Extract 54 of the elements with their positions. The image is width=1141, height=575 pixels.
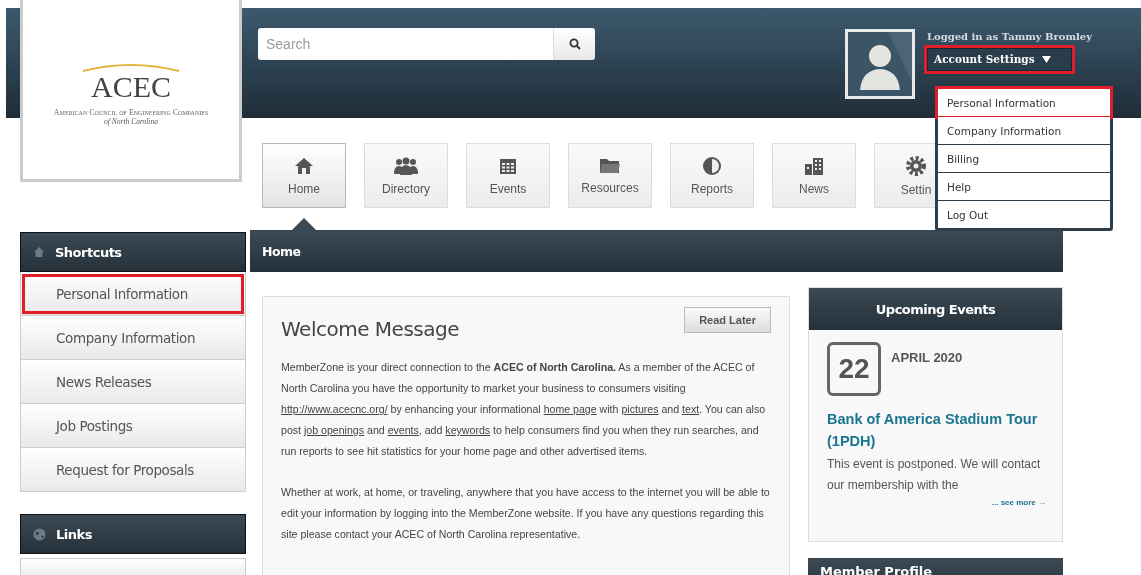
account-settings-button[interactable]: Account Settings bbox=[927, 48, 1072, 71]
text-link[interactable]: job openings bbox=[303, 424, 365, 436]
welcome-paragraph: Whether at work, at home, or traveling, anywhere that you have access to the internet you will be able to edit your information by logging into the MemberZone website. If you have any questions regarding this site please contact your ACEC of North Carolina representative. bbox=[281, 485, 771, 542]
buildings-icon bbox=[804, 155, 824, 176]
text-link[interactable]: pictures bbox=[621, 403, 659, 415]
menu-item[interactable]: Billing bbox=[938, 145, 1110, 172]
globe-icon bbox=[33, 527, 46, 541]
search-field[interactable]: Search bbox=[258, 28, 553, 60]
search-button[interactable] bbox=[553, 28, 595, 60]
event-title-link[interactable]: Bank of America Stadium Tour (1PDH) bbox=[827, 408, 1046, 452]
shortcut-item[interactable]: Personal Information bbox=[20, 272, 246, 316]
nav-tile[interactable]: Events bbox=[466, 143, 550, 208]
text-link[interactable]: home page bbox=[543, 403, 597, 415]
menu-item[interactable]: Log Out bbox=[938, 201, 1110, 228]
page-title: Home bbox=[262, 243, 301, 259]
text-link[interactable]: events bbox=[387, 424, 419, 436]
shortcut-item[interactable]: Job Postings bbox=[20, 404, 246, 448]
logo-subtitle: American Council of Engineering Companies bbox=[53, 108, 209, 117]
text-link[interactable]: keywords bbox=[445, 424, 491, 436]
menu-item[interactable]: Help bbox=[938, 173, 1110, 200]
pie-chart-icon bbox=[702, 155, 722, 176]
event-day: 22 bbox=[827, 342, 881, 396]
event-month: APRIL 2020 bbox=[891, 350, 963, 365]
people-icon bbox=[393, 155, 419, 176]
logged-in-text: Logged in as Tammy Bromley bbox=[927, 31, 1093, 42]
nav-tile[interactable]: Directory bbox=[364, 143, 448, 208]
nav-tile[interactable]: Home bbox=[262, 143, 346, 208]
see-more-link[interactable]: ... see more → bbox=[991, 498, 1046, 507]
settings-icon bbox=[905, 154, 927, 177]
house-icon bbox=[294, 155, 314, 176]
caret-icon bbox=[1041, 55, 1051, 63]
nav-tile[interactable]: Reports bbox=[670, 143, 754, 208]
text-link[interactable]: http://www.acecnc.org/ bbox=[281, 403, 388, 415]
read-later-button[interactable]: Read Later bbox=[684, 307, 771, 333]
event-description: This event is postponed. We will contact our membership with the bbox=[827, 456, 1042, 494]
nav-tile[interactable]: Resources bbox=[568, 143, 652, 208]
welcome-title: Welcome Message bbox=[281, 317, 459, 341]
home-icon bbox=[33, 246, 45, 258]
shortcut-item[interactable]: Request for Proposals bbox=[20, 448, 246, 492]
selected-pointer-icon bbox=[292, 218, 316, 230]
shortcut-item[interactable]: News Releases bbox=[20, 360, 246, 404]
shortcuts-title: Shortcuts bbox=[55, 244, 122, 260]
search-icon bbox=[568, 38, 581, 50]
links-title: Links bbox=[56, 526, 92, 542]
folder-icon bbox=[599, 156, 621, 175]
menu-item[interactable]: Company Information bbox=[938, 117, 1110, 144]
arc-icon bbox=[81, 62, 181, 72]
shortcut-item[interactable]: Company Information bbox=[20, 316, 246, 360]
avatar-icon bbox=[845, 29, 915, 99]
logo-title: ACEC bbox=[91, 72, 171, 102]
nav-tile[interactable]: News bbox=[772, 143, 856, 208]
menu-item[interactable]: Personal Information bbox=[938, 89, 1110, 116]
welcome-paragraph: MemberZone is your direct connection to the ACEC of North Carolina. As a member of the ACEC of North Carolina you have the opportunity to market your business to consumers visiting http://www.acecnc.org/ by enhancing your informational home page with pictures and text. You can also post job openings and events, add keywords to help consumers find you when they run searches, and run reports to see hit statistics for your home page and other advertised items. bbox=[281, 360, 767, 459]
events-title: Upcoming Events bbox=[875, 301, 996, 317]
